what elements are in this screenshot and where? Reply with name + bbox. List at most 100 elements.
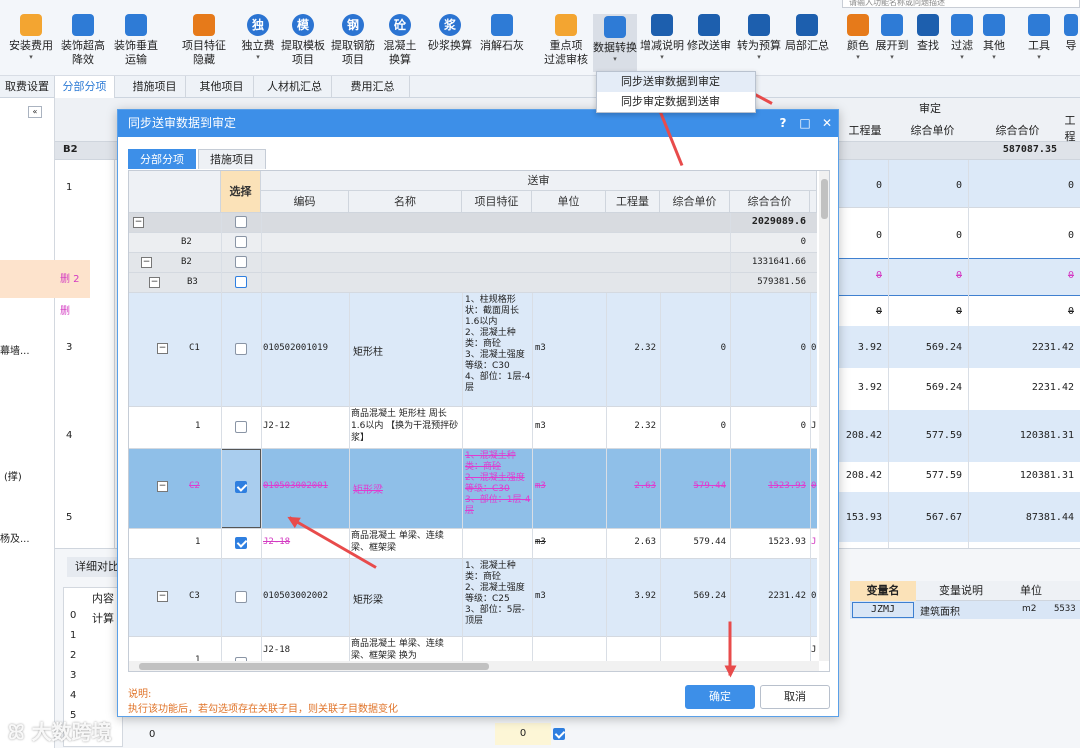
- rebar-icon: 钢: [342, 14, 364, 36]
- table-row[interactable]: 1 J2-18 商品混凝土 单梁、连续梁、框架梁 m3 2.63 579.44 …: [129, 529, 817, 559]
- find-icon: [917, 14, 939, 36]
- independent-fee-button[interactable]: 独独立费 ▾: [238, 8, 278, 74]
- lime-button[interactable]: 消解石灰: [478, 8, 526, 74]
- collapse-toggle-icon[interactable]: −: [157, 343, 168, 354]
- vertical-scrollbar[interactable]: [819, 171, 829, 661]
- bottom-checkbox[interactable]: [553, 728, 565, 740]
- bg-right-values: 0 0 0 0 0 0 0 0 0 0 0 0 3.92 569.24 2231…: [838, 160, 1080, 548]
- to-budget-icon: [748, 14, 770, 36]
- search-input[interactable]: 请输入功能名称或问题描述: [842, 0, 1080, 8]
- header-feature: 项目特征: [462, 191, 532, 213]
- tab-fee-summary[interactable]: 费用汇总: [336, 76, 410, 98]
- watermark: ꕤ 大数跨境: [8, 720, 112, 744]
- import-button[interactable]: 导: [1062, 8, 1080, 74]
- menu-item-sync-to-submitted[interactable]: 同步审定数据到送审: [597, 92, 755, 112]
- tab-fee-settings[interactable]: 取费设置: [0, 76, 55, 98]
- tab-measures[interactable]: 措施项目: [124, 76, 186, 98]
- header-qty: 工程量: [606, 191, 660, 213]
- header-name: 名称: [349, 191, 462, 213]
- row-checkbox[interactable]: [235, 276, 247, 288]
- ribbon-toolbar: 请输入功能名称或问题描述 安装费用 ▾ 装饰超高 降效 装饰垂直 运输 项目特征 …: [0, 0, 1080, 76]
- partial-summary-icon: [796, 14, 818, 36]
- row-checkbox[interactable]: [235, 421, 247, 433]
- decor-height-button[interactable]: 装饰超高 降效: [58, 8, 108, 74]
- collapse-toggle-icon[interactable]: −: [157, 591, 168, 602]
- data-convert-icon: [604, 16, 626, 38]
- to-budget-button[interactable]: 转为预算 ▾: [736, 8, 782, 74]
- help-icon[interactable]: ?: [772, 110, 794, 137]
- table-row[interactable]: − B3 579381.56: [129, 273, 817, 293]
- other-button[interactable]: 其他 ▾: [978, 8, 1010, 74]
- mortar-convert-button[interactable]: 浆砂浆换算: [426, 8, 474, 74]
- tab-other-items[interactable]: 其他项目: [190, 76, 254, 98]
- sync-grid: 选择 送审 编码 名称 项目特征 单位 工程量 综合单价 综合合价 − 2029…: [128, 170, 830, 672]
- header-unit-price: 综合单价: [910, 124, 955, 137]
- table-row[interactable]: 1 J2-12 商品混凝土 矩形柱 周长1.6以内 【换为干混预拌砂浆】 m3 …: [129, 407, 817, 449]
- table-row[interactable]: − C1 010502001019 矩形柱 1、柱规格形状：截面周长1.6以内 …: [129, 293, 817, 407]
- cancel-button[interactable]: 取消: [760, 685, 830, 709]
- header-total: 综合合价: [730, 191, 810, 213]
- row-checkbox-checked[interactable]: [235, 537, 247, 549]
- table-row[interactable]: − C3 010503002002 矩形梁 1、混凝土种类：商砼 2、混凝土强度…: [129, 559, 817, 637]
- extract-template-button[interactable]: 模提取模板 项目: [280, 8, 326, 74]
- var-row[interactable]: JZMJ 建筑面积 m2 5533: [850, 601, 1080, 619]
- header-total: 综合合价: [995, 124, 1040, 137]
- extract-rebar-button[interactable]: 钢提取钢筋 项目: [330, 8, 376, 74]
- expand-to-button[interactable]: 展开到 ▾: [874, 8, 910, 74]
- change-note-button[interactable]: 增减说明 ▾: [640, 8, 684, 74]
- color-icon: [847, 14, 869, 36]
- dialog-tab-sub-items[interactable]: 分部分项: [128, 149, 196, 169]
- import-icon: [1064, 14, 1078, 36]
- header-qty: 工程量: [848, 124, 882, 137]
- watermark-logo-icon: ꕤ: [8, 720, 25, 744]
- header-unit: 单位: [532, 191, 606, 213]
- dialog-tab-measures[interactable]: 措施项目: [198, 149, 266, 169]
- collapse-toggle-icon[interactable]: −: [133, 217, 144, 228]
- row-checkbox[interactable]: [235, 343, 247, 355]
- dialog-title: 同步送审数据到审定: [118, 110, 838, 137]
- other-icon: [983, 14, 1005, 36]
- row-checkbox[interactable]: [235, 216, 247, 228]
- bg-row-index: 1: [66, 182, 73, 193]
- data-convert-menu: 同步送审数据到审定 同步审定数据到送审: [596, 71, 756, 113]
- tab-sub-items[interactable]: 分部分项: [55, 76, 115, 98]
- collapse-toggle-icon[interactable]: −: [149, 277, 160, 288]
- table-row[interactable]: − B2 1331641.66: [129, 253, 817, 273]
- mortar-icon: 浆: [439, 14, 461, 36]
- data-convert-button[interactable]: 数据转换 ▾: [593, 14, 637, 72]
- install-fee-button[interactable]: 安装费用 ▾: [6, 8, 56, 74]
- header-approved: 审定: [919, 102, 941, 115]
- table-row[interactable]: − 2029089.6: [129, 213, 817, 233]
- independent-fee-icon: 独: [247, 14, 269, 36]
- collapse-toggle-icon[interactable]: −: [141, 257, 152, 268]
- filter-button[interactable]: 过滤 ▾: [946, 8, 978, 74]
- close-icon[interactable]: ✕: [816, 110, 838, 137]
- concrete-convert-button[interactable]: 砼混凝土 换算: [378, 8, 422, 74]
- bg-row-numbers: [55, 160, 115, 548]
- partial-summary-button[interactable]: 局部汇总: [784, 8, 830, 74]
- menu-item-sync-to-approved[interactable]: 同步送审数据到审定: [597, 72, 755, 92]
- table-row-selected[interactable]: − C2 010503002001 矩形梁 1、混凝土种类：商砼 2、混凝土强度…: [129, 449, 817, 529]
- ok-button[interactable]: 确定: [685, 685, 755, 709]
- row-checkbox[interactable]: [235, 236, 247, 248]
- decor-vertical-icon: [125, 14, 147, 36]
- color-button[interactable]: 颜色 ▾: [842, 8, 874, 74]
- row-checkbox[interactable]: [235, 591, 247, 603]
- tab-labor-material[interactable]: 人材机汇总: [258, 76, 332, 98]
- maximize-icon[interactable]: □: [794, 110, 816, 137]
- table-row[interactable]: B2 0: [129, 233, 817, 253]
- key-filter-button[interactable]: 重点项 过滤审核: [542, 8, 590, 74]
- horizontal-scrollbar[interactable]: [129, 661, 819, 671]
- row-checkbox[interactable]: [235, 256, 247, 268]
- template-icon: 模: [292, 14, 314, 36]
- collapse-toggle-icon[interactable]: −: [157, 481, 168, 492]
- main-tabs: 取费设置 分部分项 措施项目 其他项目 人材机汇总 费用汇总: [0, 76, 1080, 98]
- tools-button[interactable]: 工具 ▾: [1022, 8, 1056, 74]
- collapse-icon[interactable]: «: [28, 106, 42, 118]
- feature-hide-button[interactable]: 项目特征 隐藏: [178, 8, 230, 74]
- find-button[interactable]: 查找: [912, 8, 944, 74]
- install-fee-icon: [20, 14, 42, 36]
- edit-submit-button[interactable]: 修改送审: [686, 8, 732, 74]
- row-checkbox-checked[interactable]: [235, 481, 247, 493]
- decor-vertical-button[interactable]: 装饰垂直 运输: [110, 8, 162, 74]
